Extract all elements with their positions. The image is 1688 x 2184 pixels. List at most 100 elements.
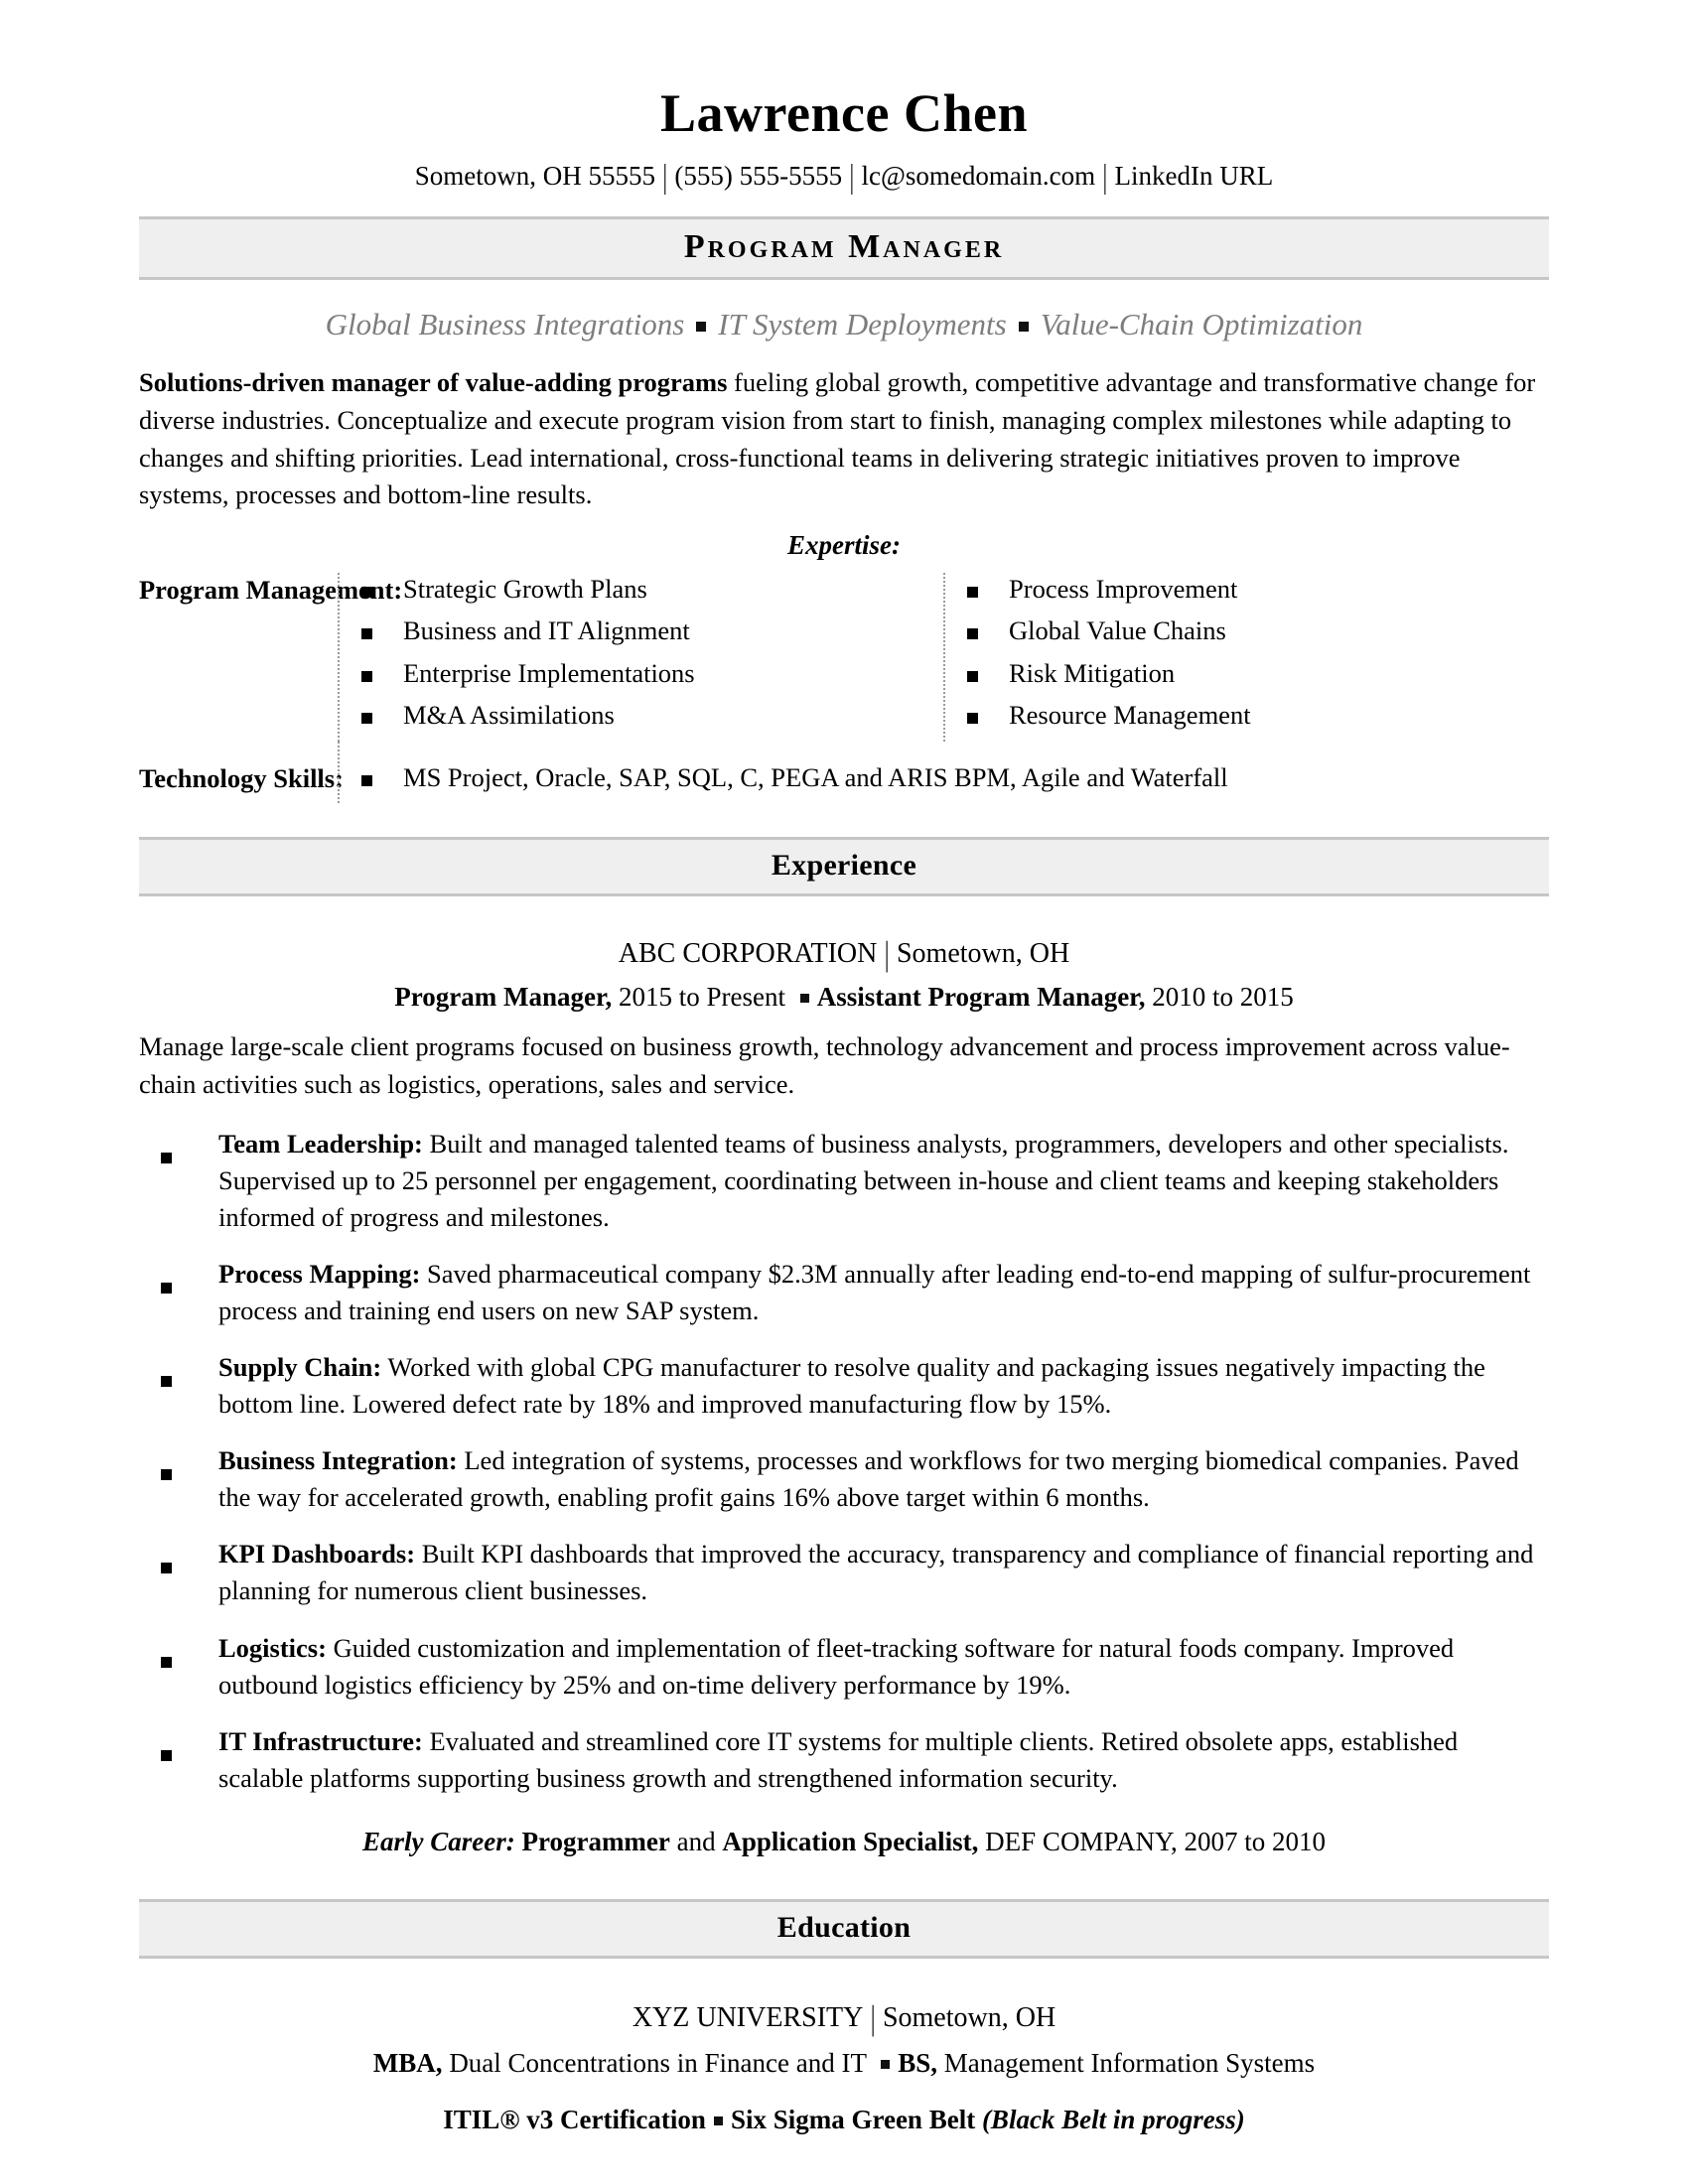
square-bullet-icon [881, 2059, 891, 2069]
experience-bullet-text: Team Leadership: Built and managed talen… [218, 1126, 1549, 1236]
square-bullet-icon [161, 1126, 218, 1236]
specialty-1: Global Business Integrations [325, 307, 685, 342]
experience-bullet-text: Logistics: Guided customization and impl… [218, 1630, 1549, 1704]
technology-skills-row: Technology Skills: MS Project, Oracle, S… [139, 760, 1549, 804]
expertise-item-label: Risk Mitigation [1009, 657, 1176, 688]
technology-skills-label: Technology Skills: [139, 762, 344, 793]
early-career-detail: DEF COMPANY, 2007 to 2010 [978, 1826, 1326, 1856]
contact-separator-3: | [1102, 157, 1108, 196]
square-bullet-icon [1018, 322, 1029, 333]
role-secondary-title: Assistant Program Manager, [816, 982, 1146, 1013]
square-bullet-icon [967, 576, 1009, 603]
expertise-column-left: Strategic Growth Plans Business and IT A… [338, 572, 943, 742]
square-bullet-icon [361, 576, 403, 603]
expertise-item: Process Improvement [967, 573, 1549, 615]
expertise-column-right: Process Improvement Global Value Chains … [943, 572, 1549, 742]
square-bullet-icon [361, 764, 403, 791]
square-bullet-icon [161, 1723, 218, 1797]
summary-lead: Solutions-driven manager of value-adding… [139, 367, 728, 398]
experience-bullet-label: IT Infrastructure: [218, 1725, 423, 1756]
technology-skills-value: MS Project, Oracle, SAP, SQL, C, PEGA an… [403, 761, 1228, 792]
square-bullet-icon [361, 660, 403, 687]
degree-two-text: Management Information Systems [937, 2047, 1316, 2078]
education-section-bar: Education [139, 1898, 1549, 1959]
expertise-item: M&A Assimilations [361, 699, 943, 742]
contact-line: Sometown, OH 55555 | (555) 555-5555 | lc@som… [139, 158, 1549, 196]
contact-email[interactable]: lc@somedomain.com [862, 161, 1096, 191]
specialty-3: Value-Chain Optimization [1040, 307, 1363, 342]
square-bullet-icon [967, 702, 1009, 729]
certification-two: Six Sigma Green Belt [730, 2104, 976, 2134]
technology-skills-item: MS Project, Oracle, SAP, SQL, C, PEGA an… [361, 761, 1549, 804]
experience-bullet: Business Integration: Led integration of… [139, 1442, 1549, 1516]
expertise-item: Risk Mitigation [967, 657, 1549, 700]
expertise-item-label: Enterprise Implementations [403, 657, 695, 688]
early-career-conjunction: and [669, 1826, 723, 1856]
experience-bullet-label: KPI Dashboards: [218, 1539, 416, 1570]
school-location: Sometown, OH [882, 2001, 1056, 2033]
expertise-item: Enterprise Implementations [361, 657, 943, 700]
early-career-line: Early Career: Programmer and Application… [139, 1827, 1549, 1857]
experience-bullet: Logistics: Guided customization and impl… [139, 1630, 1549, 1704]
square-bullet-icon [161, 1536, 218, 1609]
experience-section-title: Experience [771, 849, 917, 883]
contact-phone: (555) 555-5555 [674, 160, 843, 191]
square-bullet-icon [696, 322, 707, 333]
certification-note: (Black Belt in progress) [981, 2104, 1245, 2134]
square-bullet-icon [361, 702, 403, 729]
contact-separator-1: | [661, 157, 668, 196]
experience-bullet-text: Process Mapping: Saved pharmaceutical co… [218, 1256, 1549, 1329]
degree-two-label: BS, [898, 2047, 937, 2078]
specialties-tagline: Global Business Integrations IT System De… [139, 306, 1549, 342]
role-primary-dates: 2015 to Present [612, 982, 792, 1013]
expertise-item: Business and IT Alignment [361, 614, 943, 657]
experience-bullet: IT Infrastructure: Evaluated and streaml… [139, 1723, 1549, 1797]
experience-bullet: Team Leadership: Built and managed talen… [139, 1126, 1549, 1236]
experience-bullet-label: Team Leadership: [218, 1128, 423, 1159]
dotted-rule [338, 741, 1549, 759]
expertise-item-label: Strategic Growth Plans [403, 573, 647, 604]
job-title: Program Manager [683, 228, 1005, 266]
square-bullet-icon [967, 617, 1009, 644]
experience-bullet-label: Logistics: [218, 1632, 327, 1663]
square-bullet-icon [713, 2116, 723, 2125]
early-career-role-two: Application Specialist, [722, 1826, 979, 1856]
square-bullet-icon [161, 1256, 218, 1329]
certification-one: ITIL® v3 Certification [443, 2104, 706, 2134]
company-line: ABC CORPORATION | Sometown, OH [139, 935, 1549, 974]
role-primary-title: Program Manager, [394, 982, 613, 1013]
experience-bullet-label: Process Mapping: [218, 1258, 421, 1289]
experience-bullet-list: Team Leadership: Built and managed talen… [139, 1126, 1549, 1797]
square-bullet-icon [161, 1442, 218, 1516]
expertise-spacer [139, 741, 1549, 759]
experience-bullet-body: Built KPI dashboards that improved the a… [218, 1539, 1534, 1606]
experience-section-bar: Experience [139, 837, 1549, 897]
school-name: XYZ UNIVERSITY [632, 2001, 864, 2033]
candidate-name: Lawrence Chen [660, 83, 1028, 143]
experience-bullet-text: Business Integration: Led integration of… [218, 1442, 1549, 1516]
experience-bullet-label: Supply Chain: [218, 1351, 382, 1382]
square-bullet-icon [361, 617, 403, 644]
experience-bullet-text: IT Infrastructure: Evaluated and streaml… [218, 1723, 1549, 1797]
experience-bullet-label: Business Integration: [218, 1445, 458, 1476]
specialty-2: IT System Deployments [718, 307, 1007, 342]
education-section-title: Education [776, 1910, 912, 1944]
certifications-line: ITIL® v3 Certification Six Sigma Green Be… [139, 2105, 1549, 2135]
square-bullet-icon [799, 994, 809, 1004]
job-title-bar: Program Manager [139, 216, 1549, 281]
square-bullet-icon [967, 660, 1009, 687]
professional-summary: Solutions-driven manager of value-adding… [139, 364, 1549, 514]
degree-one-text: Dual Concentrations in Finance and IT [442, 2047, 874, 2078]
contact-linkedin[interactable]: LinkedIn URL [1115, 161, 1274, 191]
company-name: ABC CORPORATION [618, 938, 878, 970]
experience-bullet-text: Supply Chain: Worked with global CPG man… [218, 1349, 1549, 1423]
square-bullet-icon [161, 1349, 218, 1423]
square-bullet-icon [161, 1630, 218, 1704]
school-line: XYZ UNIVERSITY | Sometown, OH [139, 1999, 1549, 2038]
degree-one-label: MBA, [372, 2047, 443, 2078]
expertise-item-label: Resource Management [1009, 700, 1251, 731]
school-separator: | [870, 1998, 876, 2038]
education-section-wrap: Education [139, 1898, 1549, 1959]
experience-bullet: KPI Dashboards: Built KPI dashboards tha… [139, 1536, 1549, 1609]
